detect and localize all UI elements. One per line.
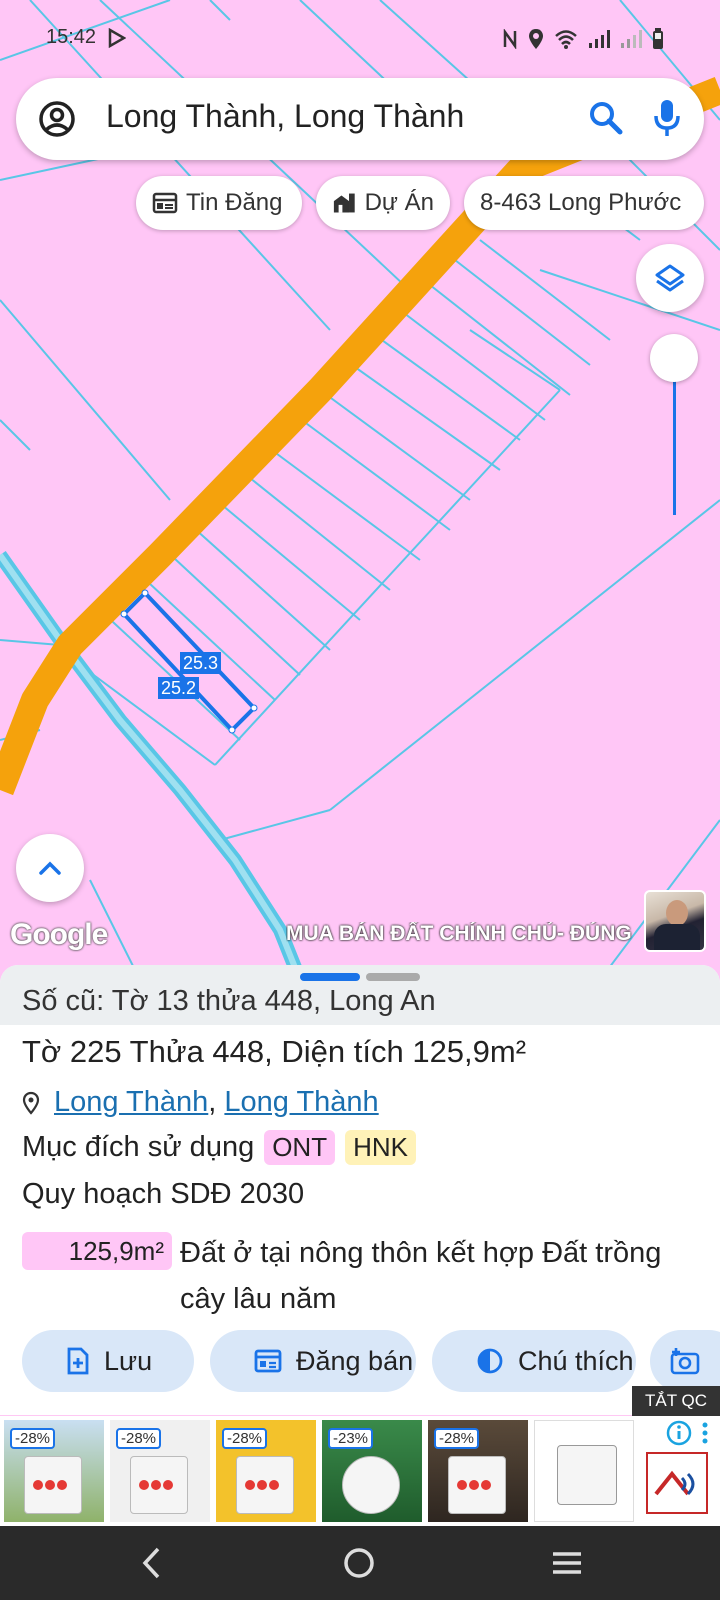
save-add-icon — [67, 1347, 89, 1375]
province-link[interactable]: Long Thành — [224, 1086, 378, 1118]
seller-avatar[interactable] — [644, 890, 706, 952]
legend-label: Chú thích — [518, 1345, 634, 1376]
expand-sheet-button[interactable] — [16, 834, 84, 902]
chip-label: 8-463 Long Phước — [480, 189, 682, 216]
status-bar: 15:42 — [0, 20, 720, 56]
location-icon — [529, 29, 543, 49]
building-icon — [333, 193, 355, 213]
area-badge: 125,9m² — [22, 1232, 172, 1270]
old-record-row: Số cũ: Tờ 13 thửa 448, Long An — [0, 965, 720, 1025]
camera-add-icon — [670, 1348, 700, 1375]
sheet-handle-active[interactable] — [300, 973, 360, 981]
mic-icon[interactable] — [652, 98, 682, 138]
opacity-slider-handle[interactable] — [650, 334, 698, 382]
usage-tag-ont: ONT — [264, 1130, 336, 1165]
post-sale-icon — [254, 1349, 282, 1373]
chevron-up-icon — [39, 861, 61, 875]
play-store-icon — [108, 28, 126, 48]
search-icon[interactable] — [588, 100, 624, 136]
advertiser-logo[interactable] — [646, 1452, 708, 1514]
recent-apps-icon[interactable] — [550, 1546, 584, 1580]
nfc-icon — [503, 29, 517, 49]
more-vert-icon[interactable] — [700, 1420, 710, 1446]
district-link[interactable]: Long Thành — [54, 1086, 208, 1118]
discount-badge: -28% — [116, 1428, 162, 1449]
info-icon[interactable] — [666, 1420, 692, 1446]
search-input[interactable]: Long Thành, Long Thành — [106, 98, 464, 135]
chip-label: Tin Đăng — [186, 189, 283, 216]
battery-icon — [653, 28, 663, 49]
system-nav-bar — [0, 1526, 720, 1600]
clock: 15:42 — [46, 26, 97, 48]
ad-product[interactable]: -23% — [322, 1420, 422, 1522]
house-logo-icon — [654, 1470, 695, 1496]
signal-icon — [589, 30, 610, 48]
ad-product[interactable]: -28% — [110, 1420, 210, 1522]
ad-banner[interactable]: -28% -28% -28% -23% -28% — [0, 1416, 720, 1526]
add-photo-button[interactable] — [650, 1330, 720, 1392]
ad-product[interactable] — [534, 1420, 634, 1522]
search-bar[interactable]: Long Thành, Long Thành — [16, 78, 704, 160]
discount-badge: -28% — [434, 1428, 480, 1449]
chip-label: Dự Án — [364, 189, 434, 216]
ad-product[interactable]: -28% — [428, 1420, 528, 1522]
discount-badge: -23% — [328, 1428, 374, 1449]
signal-2-icon — [621, 30, 642, 48]
home-icon[interactable] — [342, 1546, 376, 1580]
usage-label: Mục đích sử dụng — [22, 1131, 255, 1163]
save-button[interactable]: Lưu — [22, 1330, 194, 1392]
legend-icon — [477, 1348, 503, 1374]
location-pin-icon — [22, 1091, 40, 1115]
google-logo: Google — [10, 918, 108, 951]
location-row: Long Thành, Long Thành — [22, 1086, 379, 1119]
chip-location[interactable]: 8-463 Long Phước — [464, 176, 704, 230]
discount-badge: -28% — [10, 1428, 56, 1449]
post-sale-label: Đăng bán — [296, 1345, 414, 1376]
close-ads-button[interactable]: TẮT QC — [632, 1386, 720, 1416]
listing-icon — [152, 192, 178, 214]
old-record-text: Số cũ: Tờ 13 thửa 448, Long An — [22, 985, 436, 1017]
parcel-dimension-label: 25.2 — [158, 677, 200, 699]
legend-button[interactable]: Chú thích — [432, 1330, 636, 1392]
discount-badge: -28% — [222, 1428, 268, 1449]
layers-icon — [655, 264, 685, 292]
chip-projects[interactable]: Dự Án — [316, 176, 450, 230]
post-sale-button[interactable]: Đăng bán — [210, 1330, 416, 1392]
wifi-icon — [555, 30, 577, 49]
save-label: Lưu — [104, 1345, 153, 1376]
plan-label: Quy hoạch SDĐ 2030 — [22, 1178, 305, 1210]
ad-product[interactable]: -28% — [4, 1420, 104, 1522]
map-view[interactable]: 25.3 25.2 15:42 Long Thành, Long Thành T… — [0, 0, 720, 980]
parcel-dimension-label: 25.3 — [180, 652, 222, 674]
location-separator: , — [208, 1086, 225, 1118]
usage-tag-hnk: HNK — [345, 1130, 416, 1165]
ad-product[interactable]: -28% — [216, 1420, 316, 1522]
sheet-handle[interactable] — [366, 973, 420, 981]
account-icon[interactable] — [38, 100, 76, 138]
chip-listings[interactable]: Tin Đăng — [136, 176, 302, 230]
back-icon[interactable] — [140, 1546, 164, 1580]
parcel-title: Tờ 225 Thửa 448, Diện tích 125,9m² — [22, 1034, 527, 1069]
area-description: Đất ở tại nông thôn kết hợp Đất trồng câ… — [180, 1237, 662, 1315]
usage-row: Mục đích sử dụng ONT HNK — [22, 1130, 416, 1165]
layers-button[interactable] — [636, 244, 704, 312]
ad-ticker[interactable]: MUA BÁN ĐẤT CHÍNH CHỦ- ĐÚNG — [286, 922, 646, 946]
